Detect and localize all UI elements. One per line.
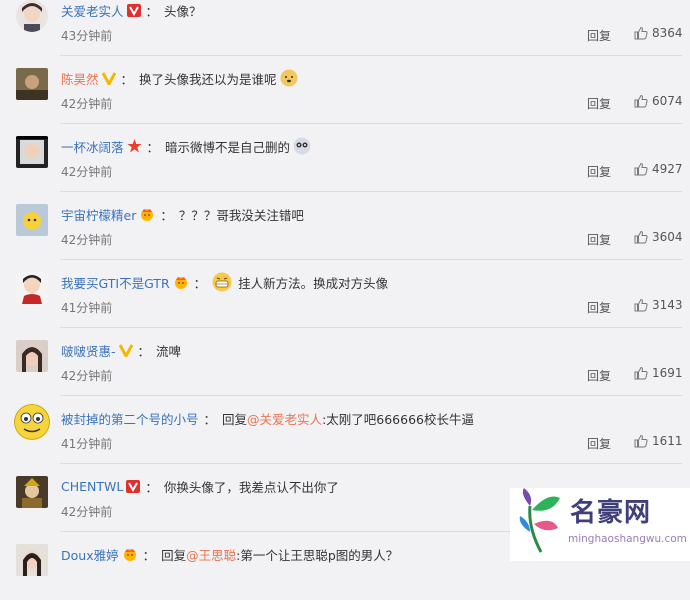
like-count: 1691 [652,366,683,380]
avatar[interactable] [16,272,48,304]
like-button[interactable]: 4927 [634,162,683,176]
like-button[interactable]: 3143 [634,298,683,312]
like-button[interactable]: 6074 [634,94,683,108]
thumbs-up-icon [634,230,648,244]
timestamp: 42分钟前 [61,505,113,519]
like-count: 8364 [652,26,683,40]
comment-item: 啵啵贤惠- ： 流啤 42分钟前 回复 1691 [0,328,690,396]
crown-badge-icon [173,275,189,289]
username[interactable]: 我要买GTI不是GTR [61,273,170,292]
timestamp: 42分钟前 [61,369,113,383]
username[interactable]: 被封掉的第二个号的小号 [61,409,199,428]
like-count: 6074 [652,94,683,108]
crying-emoji-icon [293,137,311,155]
reply-button[interactable]: 回复 [587,435,611,452]
comment-text: ？？？哥我没关注错吧 [178,207,304,223]
reply-button[interactable]: 回复 [587,299,611,316]
avatar[interactable] [16,476,48,508]
thumbs-up-icon [634,434,648,448]
reply-button[interactable]: 回复 [587,367,611,384]
comment-text: 流啤 [156,343,182,359]
comment-item: 陈昊然 ： 换了头像我还以为是谁呢 42分钟前 回复 6074 [0,56,690,124]
reply-button[interactable]: 回复 [587,231,611,248]
verified-badge-icon [126,479,141,493]
thumbs-up-icon [634,162,648,176]
comment-text: 你换头像了，我差点认不出你了 [163,479,339,495]
mention-link[interactable]: @关爱老实人 [247,409,322,428]
timestamp: 42分钟前 [61,165,113,179]
reply-button[interactable]: 回复 [587,27,611,44]
star-badge-icon [127,139,142,153]
like-button[interactable]: 8364 [634,26,683,40]
like-count: 4927 [652,162,683,176]
watermark-logo-icon [519,488,560,553]
watermark-title: 名豪网 [570,498,652,528]
avatar[interactable] [16,204,48,236]
reply-button[interactable]: 回复 [587,163,611,180]
comment-item: 关爱老实人 ： 头像？ 43分钟前 回复 8364 [0,0,690,56]
doge-emoji-icon [280,69,298,87]
username[interactable]: 陈昊然 [61,69,99,88]
thumbs-up-icon [634,298,648,312]
comment-text: 头像？ [164,3,202,19]
crown-badge-icon [139,207,155,221]
crown-badge-icon [122,547,138,561]
avatar[interactable] [16,136,48,168]
like-count: 1611 [652,434,683,448]
like-count: 3604 [652,230,683,244]
timestamp: 43分钟前 [61,29,113,43]
like-button[interactable]: 1691 [634,366,683,380]
avatar[interactable] [16,340,48,372]
comment-text: 暗示微博不是自己删的 [165,139,291,155]
timestamp: 42分钟前 [61,97,113,111]
reply-prefix: 回复 [222,411,248,427]
avatar[interactable] [16,0,48,32]
username[interactable]: 关爱老实人 [61,1,124,20]
like-button[interactable]: 1611 [634,434,683,448]
avatar[interactable] [16,544,48,576]
comment-text: 换了头像我还以为是谁呢 [139,71,277,87]
comment-item: 一杯冰阔落 ： 暗示微博不是自己删的 42分钟前 回复 4927 [0,124,690,192]
username[interactable]: 一杯冰阔落 [61,137,124,156]
thumbs-up-icon [634,26,648,40]
username[interactable]: 啵啵贤惠- [61,341,116,360]
grin-emoji-icon [212,272,232,292]
comment-text: 挂人新方法。换成对方头像 [238,275,389,291]
thumbs-up-icon [634,366,648,380]
avatar[interactable] [14,404,50,440]
timestamp: 41分钟前 [61,437,113,451]
verified-badge-icon [126,3,141,17]
watermark-url: minghaoshangwu.com [568,533,687,545]
verified-badge-icon [118,343,133,357]
reply-button[interactable]: 回复 [587,95,611,112]
comment-text: :太刚了吧666666校长牛逼 [322,411,474,427]
timestamp: 42分钟前 [61,233,113,247]
thumbs-up-icon [634,94,648,108]
avatar[interactable] [16,68,48,100]
like-button[interactable]: 3604 [634,230,683,244]
timestamp: 41分钟前 [61,301,113,315]
comment-item: 我要买GTI不是GTR ： 挂人新方法。换成对方头像 41分钟前 回复 3143 [0,260,690,328]
verified-badge-icon [101,71,116,85]
username[interactable]: 宇宙柠檬精er [61,205,136,224]
comment-item: 宇宙柠檬精er ： ？？？哥我没关注错吧 42分钟前 回复 3604 [0,192,690,260]
like-count: 3143 [652,298,683,312]
comment-item: 被封掉的第二个号的小号 ： 回复 @关爱老实人 :太刚了吧666666校长牛逼 … [0,396,690,464]
username[interactable]: CHENTWL [61,479,123,494]
